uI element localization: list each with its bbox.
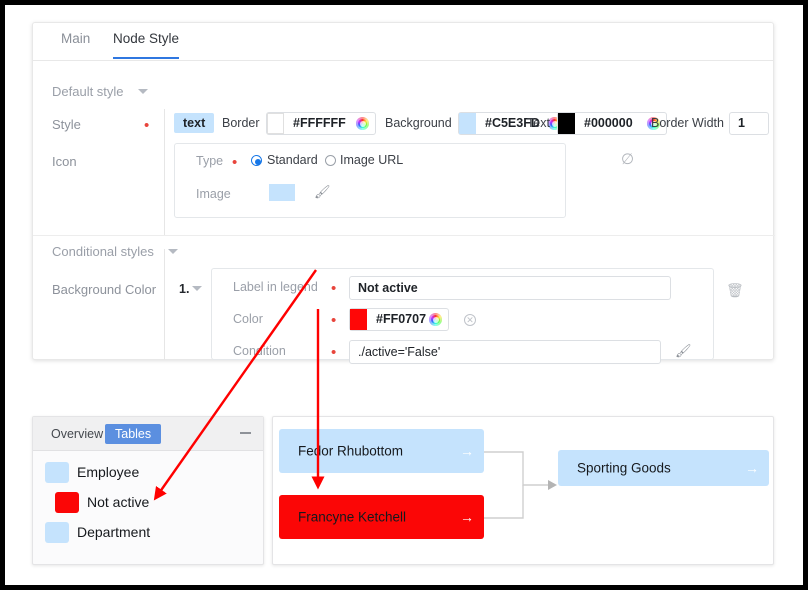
radio-standard-label[interactable]: Standard <box>267 153 318 167</box>
section-divider-bottom <box>164 249 165 360</box>
trash-icon[interactable]: 🗑 <box>726 282 744 299</box>
icon-type-label: Type <box>196 154 224 168</box>
condition-magic-wand-icon[interactable]: 🖌 <box>675 343 692 359</box>
conditional-index-selector[interactable]: 1. <box>179 282 203 296</box>
node-label-fedor-rhubottom: Fedor Rhubottom <box>298 443 404 459</box>
style-required-marker: • <box>144 117 150 134</box>
border-label: Border <box>222 116 260 130</box>
chevron-down-icon-3 <box>192 286 203 291</box>
background-color-swatch <box>459 113 476 134</box>
radio-image-url[interactable] <box>325 155 336 166</box>
null-slash-icon[interactable]: ∅ <box>621 150 634 168</box>
minimize-icon[interactable] <box>240 432 251 434</box>
node-arrow-icon-2[interactable]: → <box>460 510 474 524</box>
background-label: Background <box>385 116 452 130</box>
icon-type-required-marker: • <box>232 154 238 171</box>
icon-subpanel: Type • Standard Image URL Image 🖌 <box>174 143 566 218</box>
border-color-swatch <box>267 113 284 134</box>
border-color-field[interactable]: #FFFFFF <box>266 112 376 135</box>
background-color-field[interactable]: #C5E3FD <box>458 112 568 135</box>
tab-main[interactable]: Main <box>61 31 90 57</box>
label-in-legend-value: Not active <box>358 281 418 295</box>
conditional-style-subpanel: Label in legend • Not active Color • #FF… <box>211 268 714 364</box>
node-fedor-rhubottom[interactable]: Fedor Rhubottom → <box>279 429 484 473</box>
condition-field[interactable]: ./active='False' <box>349 340 661 364</box>
icon-row-label: Icon <box>52 154 77 169</box>
chevron-down-icon <box>137 89 148 94</box>
legend-label-department: Department <box>77 524 151 540</box>
graph-canvas-panel: Fedor Rhubottom → Francyne Ketchell → Sp… <box>272 416 774 565</box>
conditional-color-swatch <box>350 309 367 330</box>
conditional-color-wheel-icon[interactable] <box>429 313 442 326</box>
border-color-wheel-icon[interactable] <box>356 117 369 130</box>
conditional-index-label: 1. <box>179 282 190 296</box>
border-width-field[interactable]: 1 <box>729 112 769 135</box>
node-francyne-ketchell[interactable]: Francyne Ketchell → <box>279 495 484 539</box>
border-width-value: 1 <box>738 116 745 130</box>
label-in-legend-field[interactable]: Not active <box>349 276 671 300</box>
background-color-row-label: Background Color <box>52 282 157 297</box>
condition-label: Condition <box>233 344 286 358</box>
node-arrow-icon-1[interactable]: → <box>460 444 474 458</box>
group-default-style-label: Default style <box>52 84 124 99</box>
legend-panel-header: Overview Tables <box>33 417 263 451</box>
border-color-value: #FFFFFF <box>293 116 346 130</box>
chevron-down-icon-2 <box>167 249 178 254</box>
node-label-sporting-goods: Sporting Goods <box>577 460 671 476</box>
group-conditional-styles[interactable]: Conditional styles <box>52 244 178 259</box>
legend-panel: Overview Tables Employee Not active Depa… <box>32 416 264 565</box>
node-style-settings-panel: Main Node Style Default style Style • te… <box>32 22 775 364</box>
legend-swatch-not-active <box>55 492 79 513</box>
text-label: Text <box>527 116 550 130</box>
conditional-color-value: #FF0707 <box>376 312 427 326</box>
diagram-area: Overview Tables Employee Not active Depa… <box>32 416 774 568</box>
radio-standard[interactable] <box>251 155 262 166</box>
color-field[interactable]: #FF0707 <box>349 308 449 331</box>
legend-label-not-active: Not active <box>87 494 150 510</box>
group-default-style[interactable]: Default style <box>52 84 148 99</box>
screenshot-root: Main Node Style Default style Style • te… <box>0 0 808 590</box>
color-label: Color <box>233 312 263 326</box>
icon-image-label: Image <box>196 187 231 201</box>
magic-wand-icon[interactable]: 🖌 <box>314 184 331 200</box>
node-label-francyne-ketchell: Francyne Ketchell <box>298 509 407 525</box>
condition-value: ./active='False' <box>358 345 441 359</box>
label-in-legend-label: Label in legend <box>233 280 318 294</box>
border-width-label: Border Width <box>651 116 724 130</box>
legend-swatch-department <box>45 522 69 543</box>
settings-tabbar: Main Node Style <box>33 23 773 61</box>
text-color-swatch <box>558 113 575 134</box>
section-separator <box>33 235 775 236</box>
legend-swatch-employee <box>45 462 69 483</box>
label-in-legend-required-marker: • <box>331 280 337 297</box>
color-required-marker: • <box>331 312 337 329</box>
style-type-badge[interactable]: text <box>174 113 215 133</box>
group-conditional-styles-label: Conditional styles <box>52 244 154 259</box>
section-divider-top <box>164 109 165 235</box>
legend-tab-overview[interactable]: Overview <box>41 424 113 444</box>
node-arrow-icon-3[interactable]: → <box>745 461 759 475</box>
radio-image-url-label[interactable]: Image URL <box>340 153 403 167</box>
icon-image-swatch[interactable] <box>269 184 295 201</box>
condition-required-marker: • <box>331 344 337 361</box>
style-row-label: Style <box>52 117 81 132</box>
clear-circle-icon[interactable]: ✕ <box>464 314 476 326</box>
legend-tab-tables[interactable]: Tables <box>105 424 162 444</box>
tab-node-style[interactable]: Node Style <box>113 31 180 59</box>
legend-label-employee: Employee <box>77 464 140 480</box>
text-color-value: #000000 <box>584 116 633 130</box>
node-sporting-goods[interactable]: Sporting Goods → <box>558 450 769 486</box>
